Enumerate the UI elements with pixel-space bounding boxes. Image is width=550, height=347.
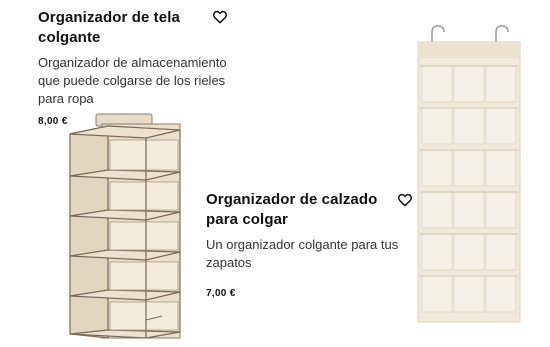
product-description: Un organizador colgante para tus zapatos	[206, 237, 399, 270]
product-card-fabric-organizer[interactable]: Organizador de tela colgante Organizador…	[38, 8, 238, 127]
heart-icon[interactable]	[397, 192, 413, 208]
product-image-shoe-organizer[interactable]	[414, 24, 524, 324]
product-price: 8,00 €	[38, 116, 68, 127]
product-description: Organizador de almacenamiento que puede …	[38, 55, 227, 106]
product-card-shoe-organizer[interactable]: Organizador de calzado para colgar Un or…	[206, 190, 406, 299]
product-price: 7,00 €	[206, 288, 236, 299]
product-title[interactable]: Organizador de calzado para colgar	[206, 190, 406, 230]
product-image-hanging-organizer[interactable]	[62, 112, 186, 342]
heart-icon[interactable]	[212, 9, 228, 25]
product-title[interactable]: Organizador de tela colgante	[38, 8, 238, 48]
